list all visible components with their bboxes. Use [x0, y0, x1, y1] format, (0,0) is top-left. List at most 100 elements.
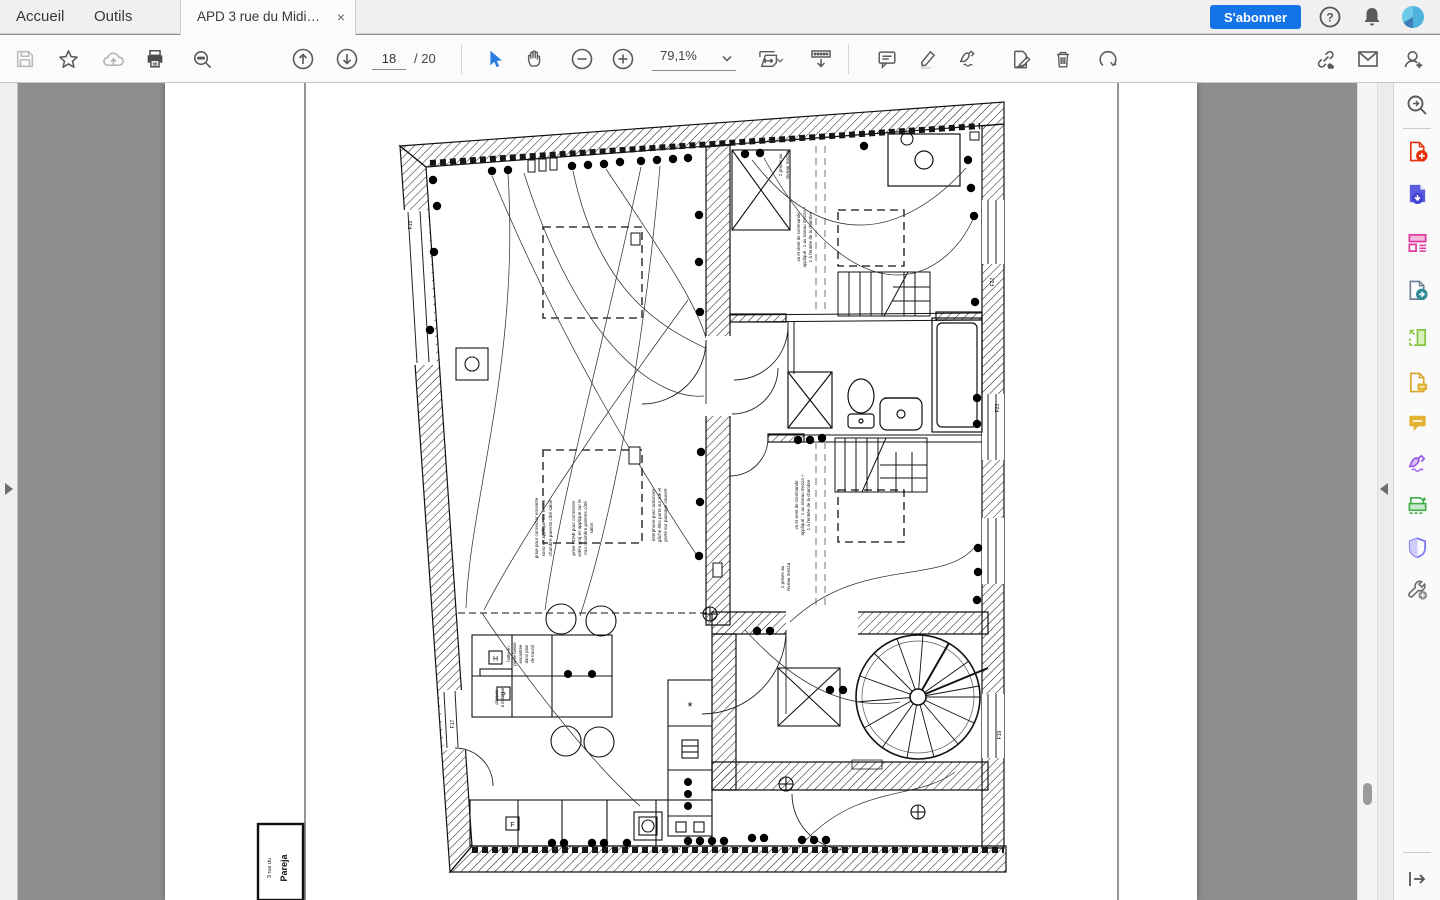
- page-down-icon[interactable]: [330, 42, 364, 76]
- svg-text:appliqué : 1 au niveau mezza +: appliqué : 1 au niveau mezza +: [800, 474, 805, 535]
- zoom-control[interactable]: 79,1%: [652, 46, 736, 71]
- toolbar: / 20 79,1%: [0, 35, 1440, 83]
- scrollbar-thumb[interactable]: [1363, 783, 1372, 805]
- svg-text:1 à l'entrée de la chambre: 1 à l'entrée de la chambre: [806, 479, 811, 530]
- create-pdf-icon[interactable]: [1399, 133, 1435, 169]
- svg-text:1 à l'entrée de la chambre: 1 à l'entrée de la chambre: [808, 211, 813, 262]
- page-edit-icon[interactable]: [1003, 42, 1037, 76]
- title-block-address: 3 rue du: [267, 858, 273, 878]
- svg-text:va et vient de commande: va et vient de commande: [796, 212, 801, 262]
- straight-stairs: [835, 272, 930, 492]
- left-pane-collapsed: [0, 83, 18, 900]
- svg-text:vidéo proj en applique sur le: vidéo proj en applique sur le: [577, 499, 582, 557]
- svg-text:mur chambre parents côté: mur chambre parents côté: [583, 501, 588, 555]
- toolbar-separator: [848, 44, 849, 74]
- print-icon[interactable]: [138, 42, 172, 76]
- svg-text:de travail: de travail: [530, 645, 535, 662]
- search-icon[interactable]: [185, 42, 219, 76]
- avatar[interactable]: [1401, 5, 1425, 29]
- walls: [400, 102, 1006, 872]
- tab-home[interactable]: Accueil: [10, 0, 70, 34]
- scroll-mode-icon[interactable]: [804, 42, 838, 76]
- sign-icon[interactable]: [950, 42, 984, 76]
- comment-bubble-icon[interactable]: [1399, 404, 1435, 440]
- svg-text:chambre parents côté salon: chambre parents côté salon: [548, 499, 553, 556]
- highlight-icon[interactable]: [910, 42, 944, 76]
- scan-ocr-icon[interactable]: [1399, 487, 1435, 523]
- fill-sign-icon[interactable]: [1399, 445, 1435, 481]
- svg-text:prise pour connecter enceinte: prise pour connecter enceinte: [534, 497, 539, 558]
- svg-text:F: F: [510, 822, 514, 829]
- save-icon[interactable]: [8, 42, 42, 76]
- page-total-label: / 20: [414, 48, 436, 70]
- export-pdf-icon[interactable]: [1399, 175, 1435, 211]
- document-view: Pareja 3 rue du: [0, 83, 1440, 900]
- bell-icon[interactable]: [1360, 5, 1384, 29]
- svg-text:va et vient de commande: va et vient de commande: [794, 480, 799, 530]
- svg-text:P: P: [501, 692, 506, 699]
- zoom-in-icon[interactable]: [606, 42, 640, 76]
- bathroom-fixtures: [788, 318, 982, 432]
- expand-left-pane-button[interactable]: [2, 481, 18, 499]
- edit-pdf-icon[interactable]: [1399, 224, 1435, 260]
- title-block: Pareja 3 rue du: [258, 824, 303, 900]
- svg-text:interphone pour actionner: interphone pour actionner: [651, 488, 656, 541]
- zoom-out-icon[interactable]: [565, 42, 599, 76]
- title-block-name: Pareja: [279, 853, 289, 881]
- page-comment-icon[interactable]: [1399, 364, 1435, 400]
- search-plus-icon[interactable]: [1399, 87, 1435, 123]
- add-person-icon[interactable]: [1396, 42, 1430, 76]
- vertical-scrollbar[interactable]: [1357, 83, 1377, 900]
- star-icon[interactable]: [51, 42, 85, 76]
- svg-text:hotte en: hotte en: [506, 646, 511, 662]
- svg-text:dans plan: dans plan: [524, 644, 529, 663]
- cloud-upload-icon[interactable]: [96, 42, 130, 76]
- svg-text:H: H: [493, 656, 498, 663]
- svg-text:2 prises au: 2 prises au: [778, 153, 783, 176]
- select-cursor-icon[interactable]: [478, 42, 512, 76]
- document-tab[interactable]: APD 3 rue du Midi… ×: [180, 0, 356, 35]
- close-icon[interactable]: ×: [337, 0, 345, 34]
- svg-text:partie basse: partie basse: [512, 642, 517, 666]
- panel-divider: [1403, 852, 1431, 853]
- comment-icon[interactable]: [870, 42, 904, 76]
- svg-text:prise HDMI pour connecter: prise HDMI pour connecter: [571, 500, 576, 555]
- page-number-input[interactable]: [372, 48, 406, 70]
- svg-text:?: ?: [1326, 11, 1333, 25]
- collapse-right-panel-button[interactable]: [1377, 481, 1393, 499]
- svg-text:appliqué : 1 au niveau mezza +: appliqué : 1 au niveau mezza +: [802, 206, 807, 267]
- svg-text:F23: F23: [995, 403, 1001, 412]
- svg-text:sono en applique sur le mur: sono en applique sur le mur: [541, 499, 546, 556]
- tab-tools[interactable]: Outils: [88, 0, 138, 34]
- zoom-level-label: 79,1%: [660, 48, 697, 63]
- electrical-points: [426, 142, 982, 847]
- rotate-icon[interactable]: [1091, 42, 1125, 76]
- document-canvas[interactable]: Pareja 3 rue du: [19, 83, 1357, 900]
- hand-tool-icon[interactable]: [518, 42, 552, 76]
- kitchen: [456, 348, 712, 846]
- crop-pages-icon[interactable]: [1399, 319, 1435, 355]
- panel-divider: [1403, 128, 1431, 129]
- expand-panel-icon[interactable]: [1399, 861, 1435, 897]
- help-icon[interactable]: ?: [1318, 5, 1342, 29]
- spiral-staircase: [852, 635, 988, 769]
- svg-text:F15: F15: [408, 220, 414, 229]
- svg-text:F19: F19: [997, 730, 1003, 739]
- svg-text:2 prises au: 2 prises au: [780, 565, 785, 588]
- svg-text:niveau mezza: niveau mezza: [785, 150, 790, 179]
- trash-icon[interactable]: [1046, 42, 1080, 76]
- svg-text:salon: salon: [589, 522, 594, 533]
- more-tools-icon[interactable]: [1399, 571, 1435, 607]
- send-pdf-icon[interactable]: [1399, 272, 1435, 308]
- protect-icon[interactable]: [1399, 529, 1435, 565]
- page-up-icon[interactable]: [286, 42, 320, 76]
- document-tab-label: APD 3 rue du Midi…: [197, 9, 320, 24]
- subscribe-button[interactable]: S'abonner: [1210, 5, 1301, 29]
- outlet-boxes: [528, 132, 979, 577]
- fit-width-icon[interactable]: [748, 42, 792, 76]
- svg-text:*: *: [687, 699, 692, 714]
- share-link-icon[interactable]: [1308, 42, 1342, 76]
- svg-text:F17: F17: [450, 719, 456, 728]
- svg-text:F22: F22: [990, 277, 996, 286]
- email-icon[interactable]: [1351, 42, 1385, 76]
